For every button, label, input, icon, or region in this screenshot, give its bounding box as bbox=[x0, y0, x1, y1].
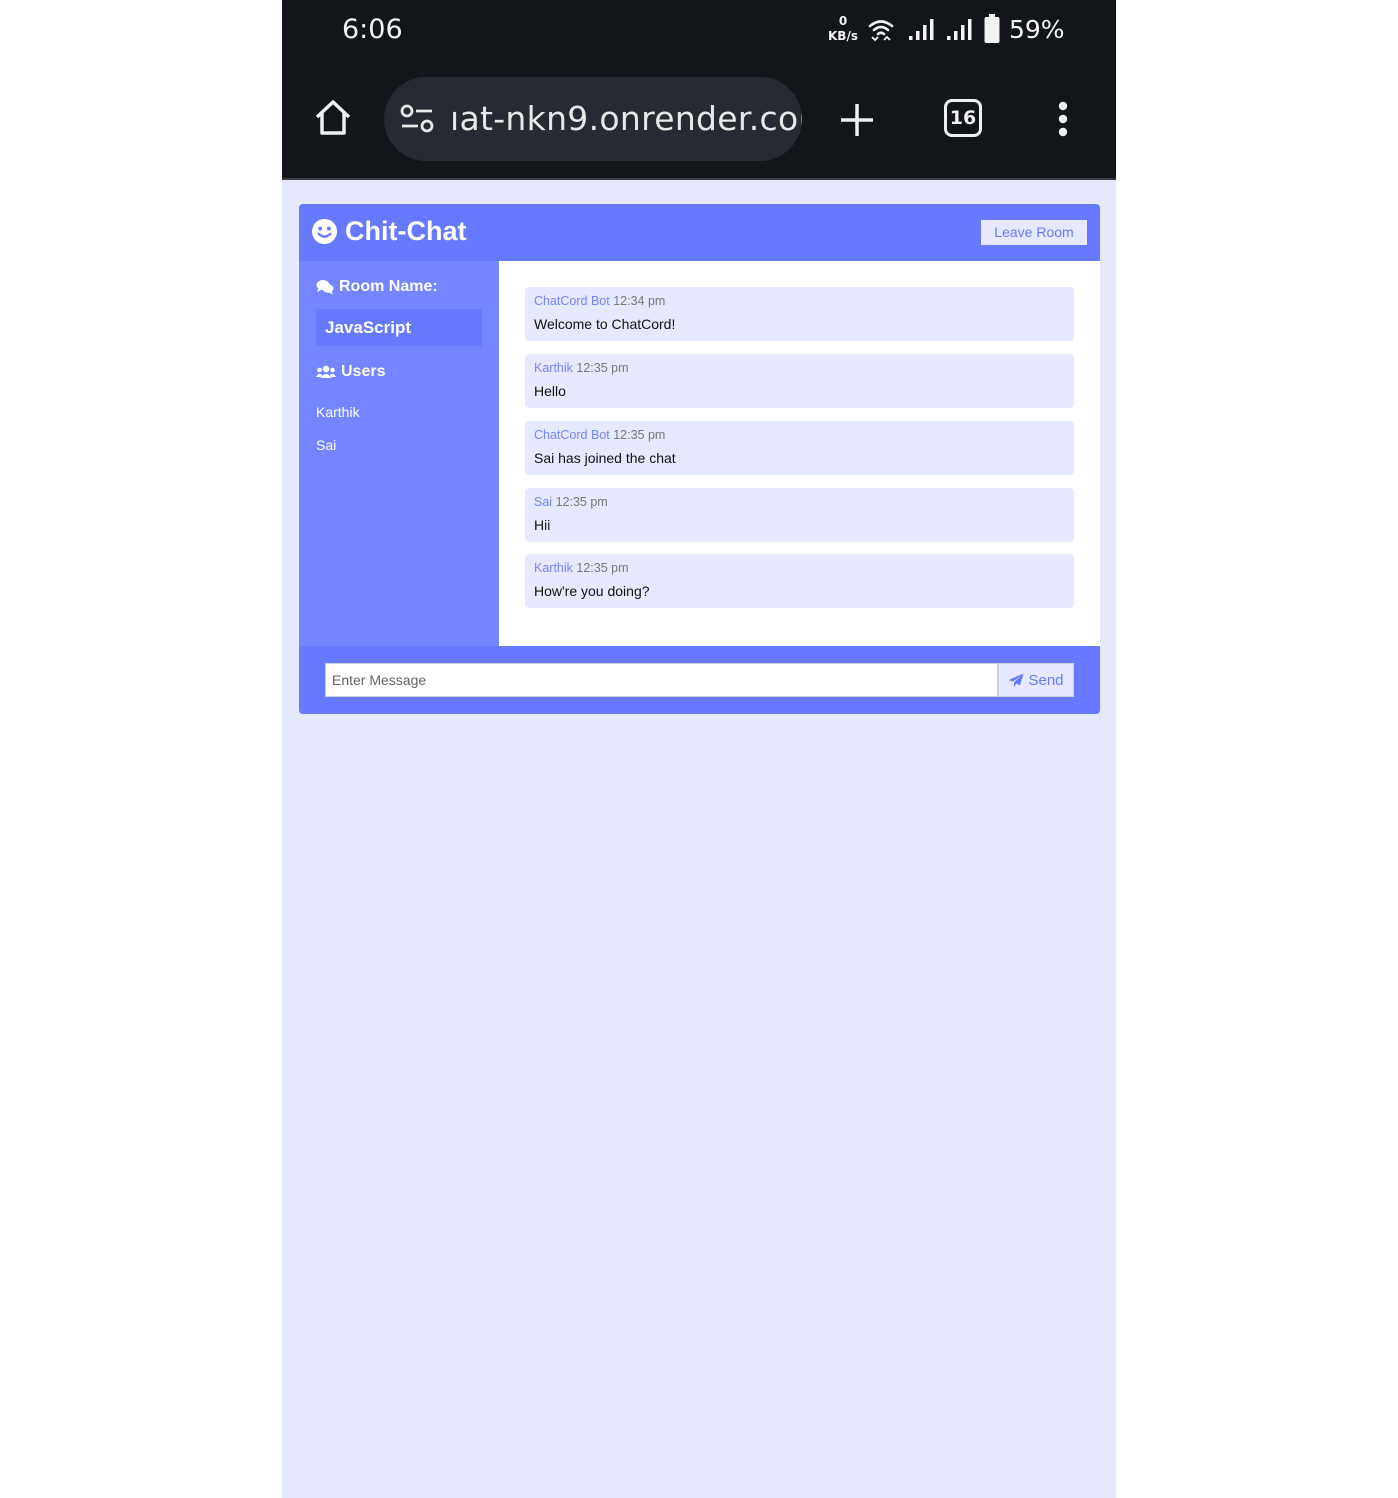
browser-toolbar: ıat-nkn9.onrender.com 16 bbox=[282, 62, 1116, 180]
battery-percent: 59% bbox=[1009, 15, 1065, 44]
paper-plane-icon bbox=[1008, 673, 1024, 687]
message: Karthik 12:35 pm Hello bbox=[525, 354, 1074, 408]
leave-room-button[interactable]: Leave Room bbox=[981, 220, 1087, 245]
status-bar: 6:06 0 KB/s 59% bbox=[282, 0, 1116, 62]
net-speed: 0 KB/s bbox=[826, 14, 860, 44]
message-username: ChatCord Bot bbox=[534, 294, 610, 308]
message-username: Sai bbox=[534, 495, 553, 509]
message: ChatCord Bot 12:34 pm Welcome to ChatCor… bbox=[525, 287, 1074, 341]
send-button[interactable]: Send bbox=[998, 663, 1074, 697]
url-bar[interactable]: ıat-nkn9.onrender.com bbox=[384, 77, 802, 161]
room-heading: Room Name: bbox=[316, 278, 438, 296]
message-username: Karthik bbox=[534, 561, 573, 575]
more-vert-icon bbox=[1058, 101, 1068, 137]
message-text: Hello bbox=[534, 383, 566, 399]
status-time: 6:06 bbox=[342, 14, 403, 45]
message: Karthik 12:35 pm How're you doing? bbox=[525, 554, 1074, 608]
message-text: Sai has joined the chat bbox=[534, 450, 676, 466]
message-text: Hii bbox=[534, 517, 551, 533]
chat-form: Send bbox=[299, 646, 1100, 714]
send-label: Send bbox=[1028, 671, 1064, 689]
message: Sai 12:35 pm Hii bbox=[525, 488, 1074, 542]
chat-header: Chit-Chat Leave Room bbox=[299, 204, 1100, 261]
message-time: 12:34 pm bbox=[613, 294, 666, 308]
message-text: Welcome to ChatCord! bbox=[534, 316, 676, 332]
url-text: ıat-nkn9.onrender.com bbox=[450, 99, 802, 138]
battery-icon bbox=[984, 14, 1000, 43]
message-meta: ChatCord Bot 12:35 pm bbox=[534, 428, 1065, 443]
signal-icon-2 bbox=[947, 19, 972, 40]
room-name: JavaScript bbox=[316, 309, 482, 346]
room-heading-label: Room Name: bbox=[339, 278, 438, 295]
message-meta: ChatCord Bot 12:34 pm bbox=[534, 294, 1065, 309]
message-time: 12:35 pm bbox=[555, 495, 608, 509]
wifi-icon bbox=[868, 20, 894, 42]
tab-switcher-button[interactable]: 16 bbox=[944, 99, 982, 137]
site-settings-icon bbox=[400, 104, 434, 133]
users-heading-label: Users bbox=[341, 363, 386, 380]
plus-icon bbox=[841, 104, 873, 136]
message-time: 12:35 pm bbox=[576, 561, 629, 575]
chat-container: Chit-Chat Leave Room Room Name: JavaScri… bbox=[299, 204, 1100, 714]
message-meta: Karthik 12:35 pm bbox=[534, 561, 1065, 576]
user-list-item: Karthik bbox=[316, 404, 360, 420]
users-icon bbox=[316, 365, 336, 378]
comments-icon bbox=[316, 280, 334, 295]
app-title: Chit-Chat bbox=[345, 216, 467, 246]
phone-screen: 6:06 0 KB/s 59% ıat-nkn9.onrender.com 16… bbox=[282, 0, 1116, 1498]
message-meta: Karthik 12:35 pm bbox=[534, 361, 1065, 376]
chat-messages: ChatCord Bot 12:34 pm Welcome to ChatCor… bbox=[499, 261, 1100, 646]
message: ChatCord Bot 12:35 pm Sai has joined the… bbox=[525, 421, 1074, 475]
message-meta: Sai 12:35 pm bbox=[534, 495, 1065, 510]
message-username: ChatCord Bot bbox=[534, 428, 610, 442]
app-logo: Chit-Chat bbox=[311, 216, 466, 247]
smile-icon bbox=[311, 218, 338, 245]
new-tab-button[interactable] bbox=[836, 99, 878, 141]
user-list-item: Sai bbox=[316, 437, 337, 453]
message-input[interactable] bbox=[325, 663, 998, 697]
home-button[interactable] bbox=[310, 95, 356, 141]
message-time: 12:35 pm bbox=[576, 361, 629, 375]
message-username: Karthik bbox=[534, 361, 573, 375]
menu-button[interactable] bbox=[1050, 99, 1076, 139]
message-text: How're you doing? bbox=[534, 583, 650, 599]
users-heading: Users bbox=[316, 363, 385, 381]
net-speed-unit: KB/s bbox=[828, 29, 858, 43]
chat-sidebar: Room Name: JavaScript Users Karthik Sai bbox=[299, 261, 499, 646]
net-speed-value: 0 bbox=[838, 14, 848, 28]
message-time: 12:35 pm bbox=[613, 428, 666, 442]
signal-icon bbox=[909, 19, 934, 40]
home-icon bbox=[315, 100, 351, 135]
